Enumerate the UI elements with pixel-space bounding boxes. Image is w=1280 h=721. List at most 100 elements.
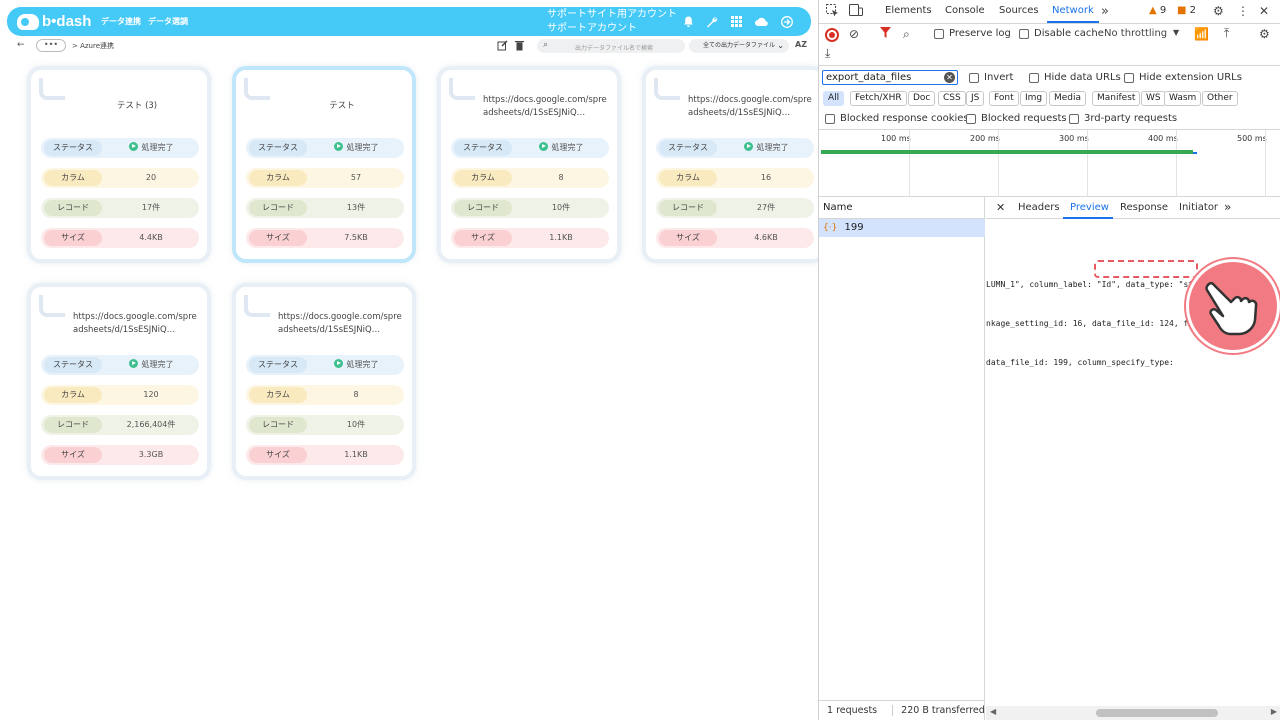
filter-funnel-icon[interactable]: [880, 27, 891, 41]
sub-toolbar: ← ••• > Azure連携 ⌕ 出力データファイル名で検索 全ての出力データ…: [7, 37, 811, 55]
type-chip-other[interactable]: Other: [1202, 91, 1238, 106]
blocked-requests-checkbox[interactable]: Blocked requests: [966, 113, 1067, 124]
account-info[interactable]: サポートサイト用アカウント サポートアカウント: [547, 8, 677, 36]
active-detail-tab-indicator: [1063, 217, 1113, 219]
back-arrow-icon[interactable]: ←: [17, 40, 25, 50]
scrollbar-thumb[interactable]: [1096, 709, 1218, 717]
network-filter-input[interactable]: export_data_files ✕: [822, 70, 958, 85]
request-detail-pane: ✕ Headers Preview Response Initiator » L…: [986, 197, 1280, 720]
third-party-checkbox[interactable]: 3rd-party requests: [1069, 113, 1177, 124]
preserve-log-checkbox[interactable]: Preserve log: [934, 28, 1011, 39]
hide-data-urls-checkbox[interactable]: Hide data URLs: [1029, 72, 1121, 83]
checkbox-box: [1069, 113, 1079, 124]
tab-network[interactable]: Network: [1052, 5, 1094, 16]
timeline-tick-label: 200 ms: [970, 134, 1000, 143]
timeline-request-bar: [821, 150, 1193, 154]
type-chip-img[interactable]: Img: [1020, 91, 1048, 106]
column-count-row: カラム 16: [656, 168, 814, 188]
type-chip-manifest[interactable]: Manifest: [1092, 91, 1141, 106]
nav-data-processing[interactable]: データ選調: [148, 16, 188, 27]
timeline-tick-label: 300 ms: [1059, 134, 1089, 143]
file-filter-select[interactable]: 全ての出力データファイル ⌄: [689, 39, 789, 53]
scroll-right-arrow-icon[interactable]: ▶: [1271, 707, 1277, 716]
close-devtools-icon[interactable]: ✕: [1259, 4, 1269, 18]
data-file-card[interactable]: テスト (3) ステータス 処理完了 カラム 20 レコード 17件 サイズ 4.4KB: [27, 66, 211, 263]
settings-gear-icon[interactable]: ⚙: [1213, 4, 1224, 18]
tab-preview[interactable]: Preview: [1070, 202, 1109, 213]
tab-initiator[interactable]: Initiator: [1179, 202, 1218, 213]
logout-icon[interactable]: [780, 15, 793, 28]
checkbox-box: [966, 113, 976, 124]
type-chip-all[interactable]: All: [823, 91, 845, 106]
edit-icon[interactable]: [497, 40, 508, 54]
throttling-dropdown-icon[interactable]: ▼: [1173, 28, 1179, 37]
device-toolbar-icon[interactable]: [849, 4, 863, 19]
app-logo[interactable]: b•dash: [17, 13, 91, 30]
type-chip-fetchxhr[interactable]: Fetch/XHR: [850, 91, 907, 106]
throttling-select[interactable]: No throttling: [1104, 28, 1167, 39]
devtools-panel: Elements Console Sources Network » ▲ 9 ■…: [818, 0, 1280, 720]
horizontal-scrollbar[interactable]: ◀ ▶: [986, 706, 1280, 720]
logo-text: b•dash: [42, 13, 92, 30]
tab-response[interactable]: Response: [1120, 202, 1168, 213]
app-header: b•dash データ連携 データ選調 サポートサイト用アカウント サポートアカウ…: [7, 7, 811, 36]
disable-cache-checkbox[interactable]: Disable cache: [1019, 28, 1104, 39]
more-tabs-chevron-icon[interactable]: »: [1101, 4, 1109, 19]
status-row-value: 処理完了: [722, 140, 810, 156]
type-chip-css[interactable]: CSS: [938, 91, 966, 106]
support-cloud-icon[interactable]: [755, 15, 768, 28]
issues-badge[interactable]: ■ 2: [1177, 5, 1196, 16]
export-har-icon[interactable]: ⤓: [825, 46, 830, 61]
search-input[interactable]: ⌕ 出力データファイル名で検索: [537, 39, 685, 53]
tab-elements[interactable]: Elements: [885, 5, 932, 16]
data-file-card[interactable]: https://docs.google.com/spreadsheets/d/1…: [642, 66, 826, 263]
record-count-row-value: 10件: [551, 203, 571, 212]
scroll-left-arrow-icon[interactable]: ◀: [990, 707, 996, 716]
type-chip-doc[interactable]: Doc: [908, 91, 936, 106]
tab-headers[interactable]: Headers: [1018, 202, 1060, 213]
name-column-header[interactable]: Name: [819, 197, 985, 219]
data-file-card[interactable]: https://docs.google.com/spreadsheets/d/1…: [437, 66, 621, 263]
clear-filter-icon[interactable]: ✕: [944, 72, 955, 83]
search-icon[interactable]: ⌕: [903, 27, 910, 42]
nav-data-integration[interactable]: データ連携: [101, 16, 141, 27]
type-chip-js[interactable]: JS: [966, 91, 985, 106]
more-detail-tabs-chevron-icon[interactable]: »: [1224, 200, 1231, 214]
data-file-card[interactable]: テスト ステータス 処理完了 カラム 57 レコード 13件 サイズ 7.5KB: [232, 66, 416, 263]
tab-sources[interactable]: Sources: [999, 5, 1039, 16]
blocked-cookies-checkbox[interactable]: Blocked response cookies: [825, 113, 969, 124]
kebab-menu-icon[interactable]: ⋮: [1237, 4, 1249, 18]
grid-icon[interactable]: [730, 15, 743, 28]
import-har-icon[interactable]: ⤒: [1224, 26, 1229, 41]
column-count-row-value: 20: [145, 173, 157, 182]
file-filter-value: 全ての出力データファイル: [703, 42, 776, 49]
inspect-element-icon[interactable]: [826, 4, 839, 20]
wrench-icon[interactable]: [705, 15, 718, 28]
hide-extension-urls-checkbox[interactable]: Hide extension URLs: [1124, 72, 1242, 83]
breadcrumb[interactable]: > Azure連携: [72, 41, 114, 51]
breadcrumb-more-button[interactable]: •••: [36, 39, 66, 52]
bell-icon[interactable]: [682, 15, 695, 28]
sort-az-button[interactable]: AZ: [795, 40, 807, 49]
tab-console[interactable]: Console: [945, 5, 985, 16]
type-chip-wasm[interactable]: Wasm: [1164, 91, 1202, 106]
trash-icon[interactable]: [515, 40, 524, 54]
type-chip-media[interactable]: Media: [1049, 91, 1087, 106]
network-timeline[interactable]: 100 ms 200 ms 300 ms 400 ms 500 ms: [819, 130, 1280, 197]
type-chip-ws[interactable]: WS: [1141, 91, 1166, 106]
type-chip-font[interactable]: Font: [989, 91, 1019, 106]
network-conditions-icon[interactable]: 📶: [1194, 27, 1209, 41]
request-row[interactable]: {·} 199: [819, 219, 985, 237]
network-settings-icon[interactable]: ⚙: [1259, 27, 1270, 41]
column-count-row: カラム 57: [246, 168, 404, 188]
invert-checkbox[interactable]: Invert: [969, 72, 1013, 83]
clear-icon[interactable]: ⊘: [849, 27, 859, 41]
warnings-badge[interactable]: ▲ 9: [1149, 5, 1166, 16]
close-detail-icon[interactable]: ✕: [996, 201, 1005, 214]
size-row-label: サイズ: [659, 230, 717, 246]
data-file-card[interactable]: https://docs.google.com/spreadsheets/d/1…: [27, 283, 211, 480]
record-icon[interactable]: [825, 28, 839, 42]
network-filter-value: export_data_files: [826, 72, 912, 83]
third-party-label: 3rd-party requests: [1084, 113, 1178, 124]
data-file-card[interactable]: https://docs.google.com/spreadsheets/d/1…: [232, 283, 416, 480]
